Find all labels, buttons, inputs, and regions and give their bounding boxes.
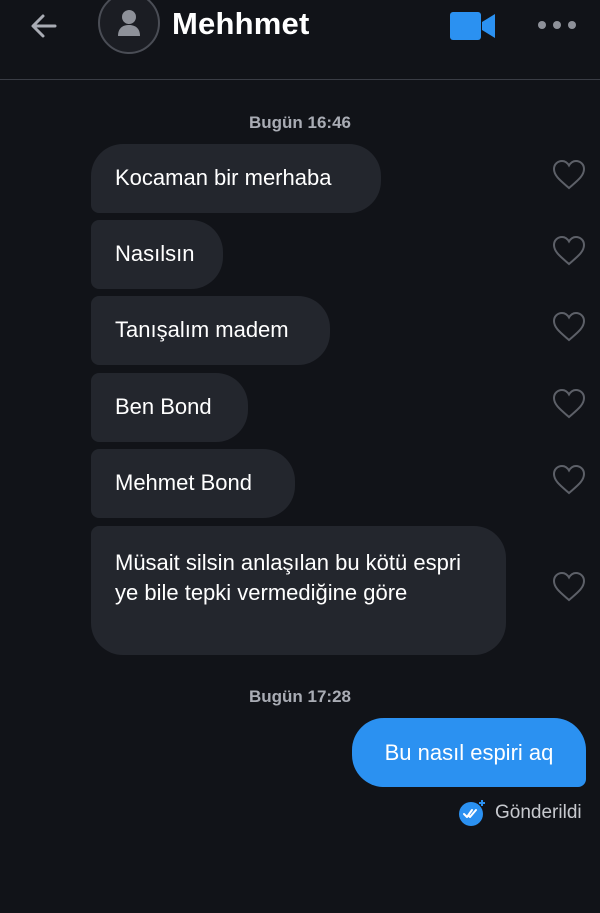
received-message[interactable]: Mehmet Bond	[91, 449, 295, 518]
avatar[interactable]	[98, 0, 160, 54]
more-options-button[interactable]	[538, 12, 576, 38]
heart-icon[interactable]	[552, 235, 586, 267]
delivery-status: Gönderildi	[458, 797, 582, 829]
arrow-left-icon	[31, 14, 57, 38]
chat-header: Mehhmet	[0, 0, 600, 80]
contact-name[interactable]: Mehhmet	[172, 6, 309, 42]
person-icon	[118, 10, 140, 36]
heart-icon[interactable]	[552, 464, 586, 496]
received-message[interactable]: Tanışalım madem	[91, 296, 330, 365]
sent-message[interactable]: Bu nasıl espiri aq	[352, 718, 586, 787]
received-message[interactable]: Ben Bond	[91, 373, 248, 442]
ellipsis-icon	[538, 21, 546, 29]
back-button[interactable]	[26, 8, 62, 44]
double-check-icon	[459, 800, 485, 826]
date-separator: Bugün 16:46	[248, 113, 352, 132]
received-message[interactable]: Nasılsın	[91, 220, 223, 289]
received-message[interactable]: Kocaman bir merhaba	[91, 144, 381, 213]
date-separator: Bugün 17:28	[248, 687, 352, 706]
received-message[interactable]: Müsait silsin anlaşılan bu kötü espri ye…	[91, 526, 506, 655]
ellipsis-icon	[553, 21, 561, 29]
delivery-status-text: Gönderildi	[495, 802, 582, 823]
heart-icon[interactable]	[552, 571, 586, 603]
heart-icon[interactable]	[552, 388, 586, 420]
heart-icon[interactable]	[552, 159, 586, 191]
video-camera-icon	[450, 12, 495, 40]
ellipsis-icon	[568, 21, 576, 29]
video-call-button[interactable]	[449, 11, 497, 41]
heart-icon[interactable]	[552, 311, 586, 343]
